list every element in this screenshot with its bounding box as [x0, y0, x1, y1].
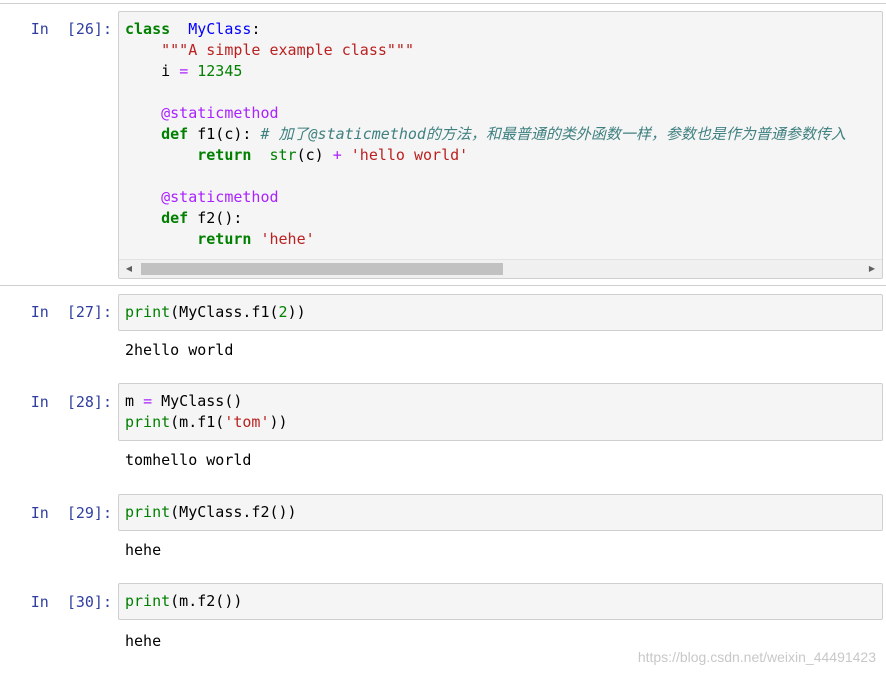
code-token: return	[197, 230, 252, 248]
code-token: print	[125, 503, 171, 521]
code-token: def	[161, 209, 189, 227]
code-token: m	[125, 392, 144, 410]
code-token: (m.f2())	[170, 592, 243, 610]
cell-prompt: In [28]:	[30, 393, 112, 411]
code-token: MyClass	[188, 20, 252, 38]
code-token: MyClass()	[152, 392, 243, 410]
cell-divider	[0, 285, 886, 286]
scroll-left-arrow-icon[interactable]: ◀	[121, 260, 137, 278]
cell-output: tomhello world	[125, 451, 252, 469]
horizontal-scrollbar[interactable]: ◀ ▶	[119, 259, 882, 278]
code-token: """A simple example class"""	[161, 41, 414, 59]
cell-prompt: In [30]:	[30, 593, 112, 611]
code-input[interactable]: class MyClass: """A simple example class…	[118, 11, 883, 279]
code-token: 12345	[188, 62, 243, 80]
code-token: :	[251, 20, 261, 38]
code-editor[interactable]: print(m.f2())	[119, 584, 882, 618]
code-token: ))	[287, 303, 306, 321]
top-divider	[0, 3, 886, 4]
scroll-right-arrow-icon[interactable]: ▶	[864, 260, 880, 278]
code-token: (c)	[296, 146, 333, 164]
cell-prompt: In [26]:	[30, 20, 112, 38]
code-input[interactable]: print(MyClass.f2())	[118, 494, 883, 531]
code-token: ))	[269, 413, 288, 431]
code-token: (MyClass.f1(	[170, 303, 279, 321]
code-token: 'hello world'	[341, 146, 469, 164]
code-token: print	[125, 413, 171, 431]
cell-output: 2hello world	[125, 341, 234, 359]
code-token: 'hehe'	[251, 230, 315, 248]
code-token: 'tom'	[224, 413, 270, 431]
cell-prompt: In [27]:	[30, 303, 112, 321]
code-input[interactable]: print(MyClass.f1(2))	[118, 294, 883, 331]
cell-output: hehe	[125, 541, 162, 559]
code-editor[interactable]: m = MyClass() print(m.f1('tom'))	[119, 384, 882, 439]
code-input[interactable]: print(m.f2())	[118, 583, 883, 620]
code-token: =	[179, 62, 189, 80]
code-input[interactable]: m = MyClass() print(m.f1('tom'))	[118, 383, 883, 441]
code-token: =	[143, 392, 153, 410]
watermark: https://blog.csdn.net/weixin_44491423	[637, 649, 876, 665]
code-token: print	[125, 303, 171, 321]
code-token: @staticmethod	[161, 188, 279, 206]
code-token: i	[125, 62, 180, 80]
code-editor[interactable]: print(MyClass.f2())	[119, 495, 882, 529]
code-token: return	[197, 146, 252, 164]
code-token: (MyClass.f2())	[170, 503, 297, 521]
code-token: class	[125, 20, 171, 38]
cell-prompt: In [29]:	[30, 504, 112, 522]
code-token: def	[161, 125, 189, 143]
code-token: f1(c):	[188, 125, 261, 143]
cell-output: hehe	[125, 632, 162, 650]
code-editor[interactable]: print(MyClass.f1(2))	[119, 295, 882, 329]
code-token: @staticmethod	[161, 104, 279, 122]
code-token: str	[269, 146, 297, 164]
code-token: print	[125, 592, 171, 610]
code-token: # 加了@staticmethod的方法，和最普通的类外函数一样，参数也是作为普…	[260, 125, 846, 143]
scrollbar-thumb[interactable]	[141, 263, 503, 275]
code-token: +	[332, 146, 342, 164]
code-token: (m.f1(	[170, 413, 225, 431]
code-token: 2	[278, 303, 288, 321]
code-token: f2():	[188, 209, 243, 227]
code-editor[interactable]: class MyClass: """A simple example class…	[119, 12, 882, 256]
